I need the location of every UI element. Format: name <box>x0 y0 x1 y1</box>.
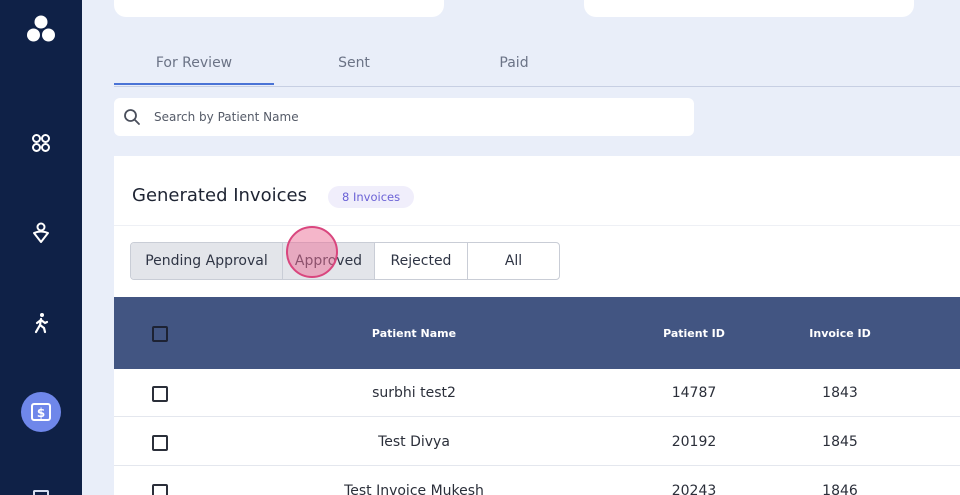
patient-id-cell: 20243 <box>671 483 717 495</box>
person-heart-icon[interactable] <box>0 218 82 248</box>
filter-approved[interactable]: Approved <box>283 243 375 279</box>
more-icon[interactable] <box>33 490 49 495</box>
search-icon <box>124 109 140 125</box>
row-checkbox[interactable] <box>152 386 168 402</box>
tab-for-review[interactable]: For Review <box>114 40 274 86</box>
column-patient-id[interactable]: Patient ID <box>634 297 754 369</box>
row-checkbox[interactable] <box>152 484 168 495</box>
billing-nav-item[interactable]: $ <box>0 391 82 433</box>
tab-sent[interactable]: Sent <box>274 40 434 86</box>
table-row[interactable]: Test Divya 20192 1845 <box>114 418 960 466</box>
patient-id-cell: 20192 <box>671 434 717 450</box>
summary-card <box>114 0 444 17</box>
row-checkbox[interactable] <box>152 435 168 451</box>
patient-name-cell: Test Invoice Mukesh <box>344 483 484 495</box>
summary-card <box>584 0 914 17</box>
column-patient-name[interactable]: Patient Name <box>264 297 564 369</box>
tab-paid[interactable]: Paid <box>434 40 594 86</box>
active-tab-indicator <box>114 83 274 85</box>
svg-text:$: $ <box>37 406 45 420</box>
invoice-count-badge: 8 Invoices <box>328 186 415 208</box>
invoice-id-cell: 1845 <box>822 434 858 450</box>
filter-rejected[interactable]: Rejected <box>375 243 468 279</box>
table-row[interactable]: Test Invoice Mukesh 20243 1846 <box>114 467 960 495</box>
invoice-id-cell: 1843 <box>822 385 858 401</box>
table-header: Patient Name Patient ID Invoice ID <box>114 297 960 369</box>
status-filter: Pending Approval Approved Rejected All <box>130 242 560 280</box>
invoice-tabs: For Review Sent Paid <box>114 40 960 87</box>
patient-id-cell: 14787 <box>671 385 717 401</box>
billing-icon[interactable]: $ <box>21 392 61 432</box>
sidebar: $ <box>0 0 82 495</box>
column-invoice-id[interactable]: Invoice ID <box>780 297 900 369</box>
patient-name-cell: surbhi test2 <box>372 385 456 401</box>
invoice-id-cell: 1846 <box>822 483 858 495</box>
walking-icon[interactable] <box>0 308 82 338</box>
table-row[interactable]: surbhi test2 14787 1843 <box>114 369 960 417</box>
filter-all[interactable]: All <box>468 243 559 279</box>
page-title: Generated Invoices <box>132 185 307 206</box>
divider <box>114 225 960 226</box>
select-all-checkbox[interactable] <box>152 326 168 342</box>
invoices-panel: Generated Invoices 8 Invoices Pending Ap… <box>114 156 960 495</box>
grid-icon[interactable] <box>0 128 82 158</box>
logo-icon[interactable] <box>0 12 82 46</box>
search-bar <box>114 98 694 136</box>
filter-pending-approval[interactable]: Pending Approval <box>131 243 283 279</box>
patient-name-cell: Test Divya <box>378 434 450 450</box>
search-input[interactable] <box>154 98 684 136</box>
